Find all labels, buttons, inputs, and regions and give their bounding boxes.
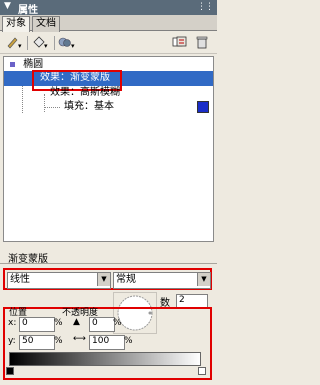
tree-item-gaussian-blur[interactable]: 效果：高斯模糊 xyxy=(50,86,120,100)
trash-icon xyxy=(196,36,208,49)
row2-unit-1: % xyxy=(54,336,63,346)
svg-text:▾: ▾ xyxy=(71,42,75,49)
chevron-down-icon: ▼ xyxy=(197,273,210,286)
grip-icon[interactable]: ⋮⋮ xyxy=(197,2,214,12)
tree-item-label: 填充：基本 xyxy=(64,101,114,112)
opacity-unit: % xyxy=(113,318,122,328)
bucket-icon: ▾ xyxy=(33,36,48,50)
row2-unit-2: % xyxy=(124,336,133,346)
add-effect-button[interactable]: ▾ xyxy=(57,35,79,51)
position-field[interactable]: 0 xyxy=(19,317,55,332)
x-offset-icon: x: xyxy=(8,318,17,328)
gradient-panel-header[interactable]: 渐变蒙版 xyxy=(0,250,217,265)
row2-value-1: 50 xyxy=(22,336,34,346)
count-value: 2 xyxy=(179,295,185,305)
attribute-tree: 椭圆 效果：渐变蒙版 效果：高斯模糊 填充：基本 xyxy=(3,56,214,242)
y-offset-icon: y: xyxy=(8,336,16,346)
row2-field-2[interactable]: 100 xyxy=(89,335,125,350)
panel-titlebar[interactable]: ▼ 属性 ⋮⋮ xyxy=(0,0,217,16)
duplicate-button[interactable] xyxy=(169,35,191,51)
delete-button[interactable] xyxy=(191,35,213,51)
tree-item-label: 效果：高斯模糊 xyxy=(50,87,120,98)
tab-object[interactable]: 对象 xyxy=(2,16,30,33)
position-unit: % xyxy=(54,318,63,328)
tree-root-label: 椭圆 xyxy=(23,59,44,70)
circles-icon: ▾ xyxy=(58,37,75,50)
gradient-mode-select[interactable]: 常规 ▼ xyxy=(113,272,211,289)
duplicate-icon xyxy=(172,36,187,47)
opacity-field[interactable]: 0 xyxy=(89,317,115,332)
edit-effect-button[interactable]: ▾ xyxy=(4,35,26,51)
toolbar: ▾ ▾ ▾ xyxy=(0,32,217,54)
collapse-arrow-icon[interactable]: ▼ xyxy=(4,1,11,11)
row2-field-1[interactable]: 50 xyxy=(19,335,55,350)
svg-text:▾: ▾ xyxy=(18,42,22,49)
gradient-stop-black[interactable] xyxy=(6,367,14,375)
add-fill-button[interactable]: ▾ xyxy=(30,35,52,51)
tree-item-fill[interactable]: 填充：基本 xyxy=(64,100,114,114)
gradient-stop-white[interactable] xyxy=(198,367,206,375)
opacity-icon: ▲ xyxy=(73,317,80,327)
position-value: 0 xyxy=(22,318,28,328)
pen-icon: ▾ xyxy=(7,37,22,50)
row2-value-2: 100 xyxy=(92,336,110,346)
ellipse-icon xyxy=(10,61,15,67)
gradient-bar[interactable] xyxy=(9,352,201,366)
panel-title: 属性 xyxy=(18,5,38,16)
width-icon: ⟷ xyxy=(73,334,86,344)
tab-document[interactable]: 文档 xyxy=(32,16,60,32)
svg-text:▾: ▾ xyxy=(44,42,48,49)
opacity-value: 0 xyxy=(92,318,98,328)
chevron-down-icon: ▼ xyxy=(97,273,110,286)
fill-color-swatch[interactable] xyxy=(197,101,209,113)
gradient-mode-value: 常规 xyxy=(116,274,136,285)
gradient-type-select[interactable]: 线性 ▼ xyxy=(7,272,111,289)
tab-strip: 对象 文档 xyxy=(0,15,217,33)
gradient-type-value: 线性 xyxy=(10,274,30,285)
